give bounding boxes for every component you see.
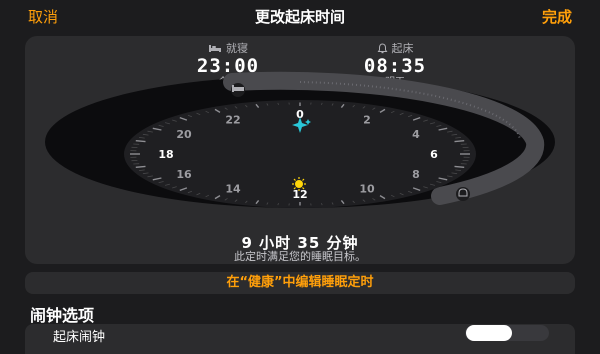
hour-label: 16 — [176, 168, 192, 181]
hour-label: 12 — [292, 188, 307, 201]
dial-tick — [455, 166, 465, 167]
sleep-clock-dial[interactable]: 0246810121416182022 — [0, 0, 600, 350]
wake-handle[interactable] — [456, 187, 470, 201]
toggle-knob — [466, 325, 512, 341]
wake-alarm-toggle[interactable] — [465, 325, 549, 341]
hour-label: 20 — [176, 128, 192, 141]
hour-label: 6 — [430, 148, 438, 161]
hour-label: 4 — [412, 128, 420, 141]
hour-label: 14 — [225, 183, 241, 196]
alarm-options-title: 闹钟选项 — [30, 302, 94, 326]
dial-tick — [136, 141, 146, 142]
bedtime-handle[interactable] — [231, 83, 245, 97]
edit-in-health-button[interactable]: 在“健康”中编辑睡眠定时 — [25, 272, 575, 294]
hour-label: 18 — [158, 148, 173, 161]
dial-tick — [455, 141, 465, 142]
hour-label: 22 — [225, 113, 240, 126]
dial-tick — [136, 166, 146, 167]
hour-label: 2 — [363, 113, 371, 126]
sleep-goal-text: 此定时满足您的睡眠目标。 — [25, 248, 575, 264]
hour-label: 10 — [359, 183, 375, 196]
wake-alarm-label: 起床闹钟 — [53, 326, 105, 345]
hour-label: 8 — [412, 168, 420, 181]
